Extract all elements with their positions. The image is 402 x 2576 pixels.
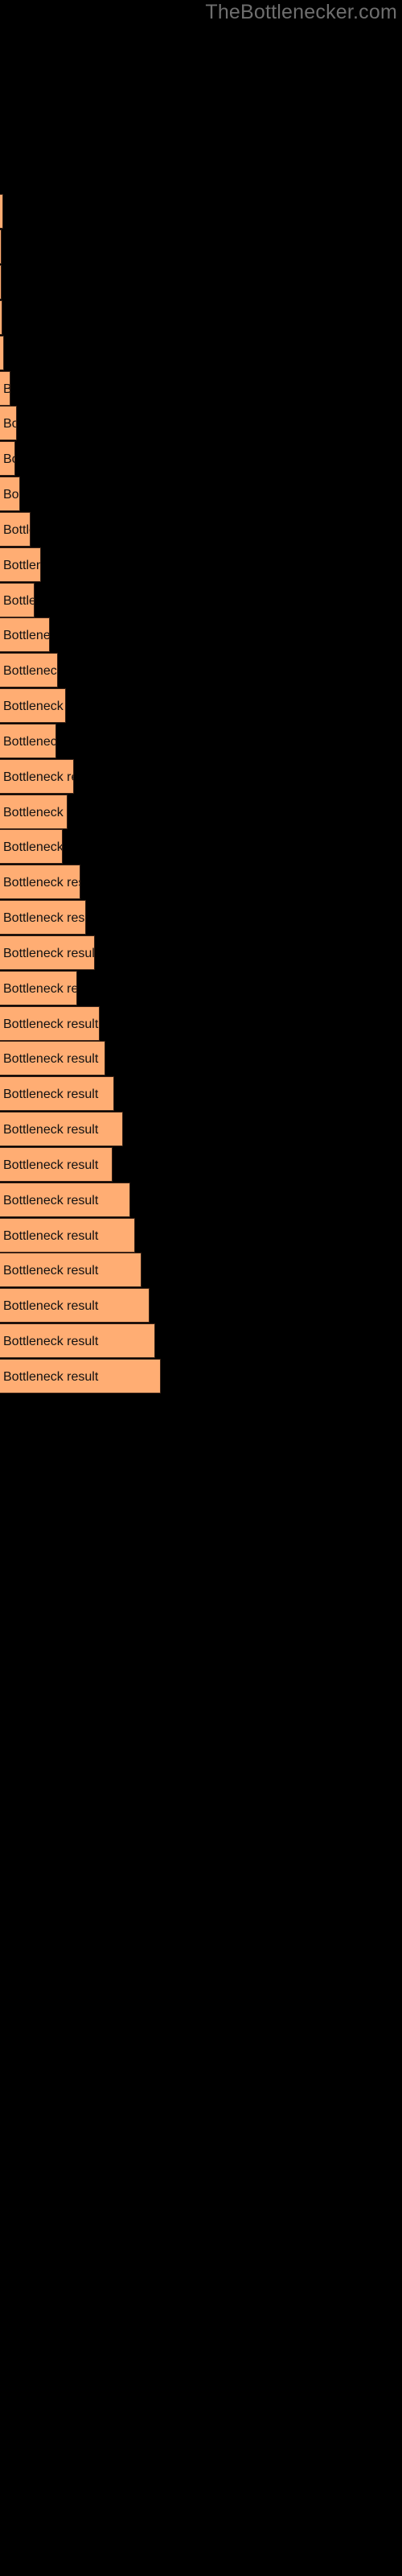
bar[interactable]: Bottleneck result: [0, 653, 58, 687]
bar-label: Bottleneck result: [3, 372, 10, 405]
bar-label: Bottleneck result: [3, 700, 65, 713]
bar[interactable]: Bottleneck result: [0, 441, 15, 476]
bar[interactable]: Bottleneck result: [0, 1112, 123, 1146]
bar[interactable]: Bottleneck result: [0, 477, 20, 511]
bar-label: Bottleneck result: [3, 840, 63, 854]
bar[interactable]: Bottleneck result: [0, 795, 68, 829]
bar-label: Bottleneck result: [3, 594, 34, 608]
bar-label: Bottleneck result: [3, 876, 80, 890]
bar[interactable]: Bottleneck result: [0, 759, 74, 794]
bar-label: Bottleneck result: [3, 1123, 99, 1137]
bar[interactable]: Bottleneck result: [0, 300, 2, 335]
bar[interactable]: Bottleneck result: [0, 617, 50, 652]
bar[interactable]: Bottleneck result: [0, 512, 31, 547]
chart-plot-area: Bottleneck result Bottleneck result Bottle…: [0, 0, 402, 2576]
bar[interactable]: Bottleneck result: [0, 724, 56, 758]
bar-label: Bottleneck result: [3, 806, 67, 819]
bar[interactable]: Bottleneck result: [0, 900, 86, 935]
bar-label: Bottleneck result: [3, 1335, 99, 1348]
bar-label: Bottleneck result: [3, 735, 56, 749]
bar-label: Bottleneck result: [3, 1264, 99, 1278]
bar-label: Bottleneck result: [3, 1158, 99, 1172]
bar-label: Bottleneck result: [3, 1370, 99, 1384]
bar[interactable]: Bottleneck result: [0, 1183, 130, 1217]
bar[interactable]: Bottleneck result: [0, 1147, 113, 1182]
bar-label: Bottleneck result: [3, 452, 14, 466]
bar-label: Bottleneck result: [3, 1299, 99, 1313]
bar-label: Bottleneck result: [3, 911, 85, 925]
bar-label: Bottleneck result: [3, 1194, 99, 1208]
bar[interactable]: Bottleneck result: [0, 547, 41, 582]
bar[interactable]: Bottleneck result: [0, 1076, 114, 1111]
bar[interactable]: Bottleneck result: [0, 583, 35, 617]
bar-label: Bottleneck result: [3, 559, 40, 572]
bar[interactable]: Bottleneck result: [0, 935, 95, 970]
bar[interactable]: Bottleneck result: [0, 406, 17, 440]
bar[interactable]: Bottleneck result: [0, 371, 10, 406]
bar-label: Bottleneck result: [3, 947, 95, 960]
bar[interactable]: Bottleneck result: [0, 1323, 155, 1358]
bar-label: Bottleneck result: [3, 770, 73, 784]
bar-label: Bottleneck result: [3, 417, 16, 431]
bar[interactable]: Bottleneck result: [0, 265, 2, 299]
bar-label: Bottleneck result: [3, 1052, 99, 1066]
bar[interactable]: Bottleneck result: [0, 1006, 100, 1041]
bar[interactable]: Bottleneck result: [0, 829, 63, 864]
bar[interactable]: Bottleneck result: [0, 865, 80, 899]
bar[interactable]: Bottleneck result: [0, 229, 2, 264]
bar-label: Bottleneck result: [3, 664, 58, 678]
bar[interactable]: Bottleneck result: [0, 688, 66, 723]
bar-label: Bottleneck result: [3, 523, 30, 537]
bottleneck-bar-chart: TheBottlenecker.com Bottleneck resultBot…: [0, 0, 402, 2576]
bar[interactable]: Bottleneck result: [0, 971, 77, 1005]
bar-label: Bottleneck result: [3, 488, 19, 502]
bar[interactable]: Bottleneck result: [0, 1359, 161, 1393]
bar[interactable]: Bottleneck result: [0, 1288, 150, 1323]
bar[interactable]: Bottleneck result: [0, 1253, 142, 1287]
bar-label: Bottleneck result: [3, 629, 50, 642]
bar[interactable]: Bottleneck result: [0, 1041, 105, 1075]
bar-label: Bottleneck result: [3, 1018, 99, 1031]
bar-label: Bottleneck result: [3, 1088, 99, 1101]
bar[interactable]: Bottleneck result: [0, 1218, 135, 1253]
bar[interactable]: Bottleneck result: [0, 194, 3, 229]
bar[interactable]: Bottleneck result: [0, 336, 4, 370]
bar-label: Bottleneck result: [3, 336, 4, 370]
bar-label: Bottleneck result: [3, 1229, 99, 1243]
bar-label: Bottleneck result: [3, 982, 76, 996]
